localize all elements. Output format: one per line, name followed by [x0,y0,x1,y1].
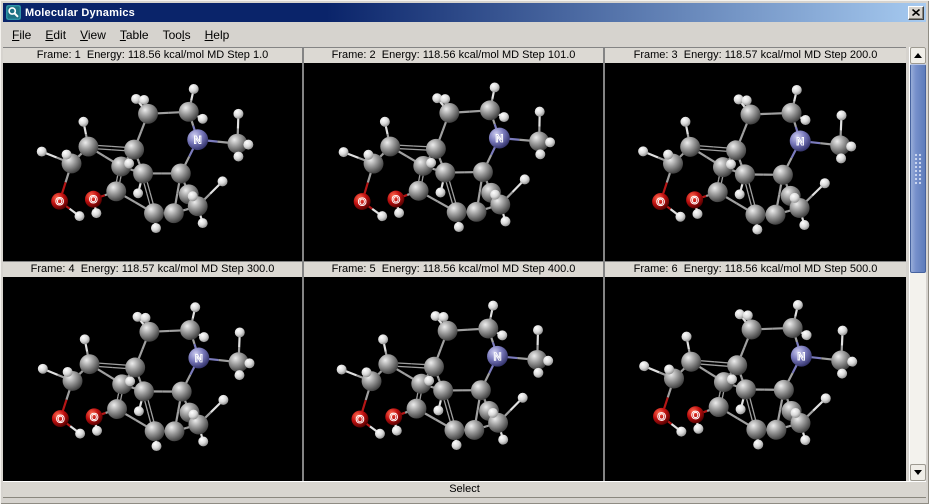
scroll-up-button[interactable] [910,47,926,64]
scroll-down-icon [914,470,922,475]
scrollbar-grip [914,153,922,185]
menu-tools[interactable]: Tools [156,25,198,45]
svg-text:O: O [90,412,99,424]
menu-view[interactable]: View [73,25,113,45]
scroll-down-button[interactable] [910,464,926,481]
svg-text:N: N [797,351,805,363]
svg-text:O: O [356,414,365,426]
menu-edit[interactable]: Edit [38,25,73,45]
frames-grid: Frame: 1 Energy: 118.56 kcal/mol MD Step… [3,47,906,481]
frame-1-header: Frame: 1 Energy: 118.56 kcal/mol MD Step… [3,47,302,63]
svg-text:N: N [194,135,202,147]
molecule-render-5: N O O [304,277,603,481]
menu-file[interactable]: File [5,25,38,45]
frame-5-header: Frame: 5 Energy: 118.56 kcal/mol MD Step… [304,261,603,277]
svg-text:N: N [495,133,503,145]
svg-text:O: O [657,411,666,423]
frame-cell-4[interactable]: Frame: 4 Energy: 118.57 kcal/mol MD Step… [3,261,304,481]
molecule-render-3: N O O [605,63,906,261]
molecule-render-2: N O O [304,63,603,261]
molecule-render-6: N O O [605,277,906,481]
frame-4-header: Frame: 4 Energy: 118.57 kcal/mol MD Step… [3,261,302,277]
svg-text:O: O [55,196,64,208]
frame-cell-1[interactable]: Frame: 1 Energy: 118.56 kcal/mol MD Step… [3,47,304,261]
svg-text:N: N [494,351,502,363]
app-window: Molecular Dynamics File Edit View Table … [0,0,929,504]
frame-3-header: Frame: 3 Energy: 118.57 kcal/mol MD Step… [605,47,906,63]
window-title: Molecular Dynamics [25,7,908,19]
svg-text:O: O [358,196,367,208]
frame-3-viewport[interactable]: N O O [605,63,906,261]
svg-text:N: N [796,136,804,148]
status-text: Select [449,483,480,495]
status-bar: Select [3,481,926,498]
svg-text:O: O [56,414,65,426]
molecule-render-4: N O O [3,277,302,481]
svg-text:O: O [389,412,398,424]
molecule-render-1: N O O [3,63,302,261]
vertical-scrollbar[interactable] [909,47,926,481]
svg-text:O: O [691,410,700,422]
title-bar[interactable]: Molecular Dynamics [3,3,926,22]
frame-cell-3[interactable]: Frame: 3 Energy: 118.57 kcal/mol MD Step… [605,47,906,261]
frame-cell-6[interactable]: Frame: 6 Energy: 118.56 kcal/mol MD Step… [605,261,906,481]
svg-text:O: O [392,194,401,206]
frame-6-header: Frame: 6 Energy: 118.56 kcal/mol MD Step… [605,261,906,277]
svg-text:O: O [89,194,98,206]
frame-2-viewport[interactable]: N O O [304,63,603,261]
frame-1-viewport[interactable]: N O O [3,63,302,261]
scrollbar-thumb[interactable] [910,64,926,273]
menu-table[interactable]: Table [113,25,156,45]
frame-4-viewport[interactable]: N O O [3,277,302,481]
menu-help[interactable]: Help [198,25,237,45]
svg-text:O: O [690,195,699,207]
frame-cell-2[interactable]: Frame: 2 Energy: 118.56 kcal/mol MD Step… [304,47,605,261]
close-button[interactable] [908,6,924,20]
frame-6-viewport[interactable]: N O O [605,277,906,481]
scroll-up-icon [914,53,922,58]
menu-bar: File Edit View Table Tools Help [3,22,926,47]
close-icon [912,9,920,16]
frame-2-header: Frame: 2 Energy: 118.56 kcal/mol MD Step… [304,47,603,63]
svg-text:N: N [195,353,203,365]
svg-text:O: O [656,196,665,208]
frame-cell-5[interactable]: Frame: 5 Energy: 118.56 kcal/mol MD Step… [304,261,605,481]
frame-5-viewport[interactable]: N O O [304,277,603,481]
magnifier-app-icon [6,5,21,20]
